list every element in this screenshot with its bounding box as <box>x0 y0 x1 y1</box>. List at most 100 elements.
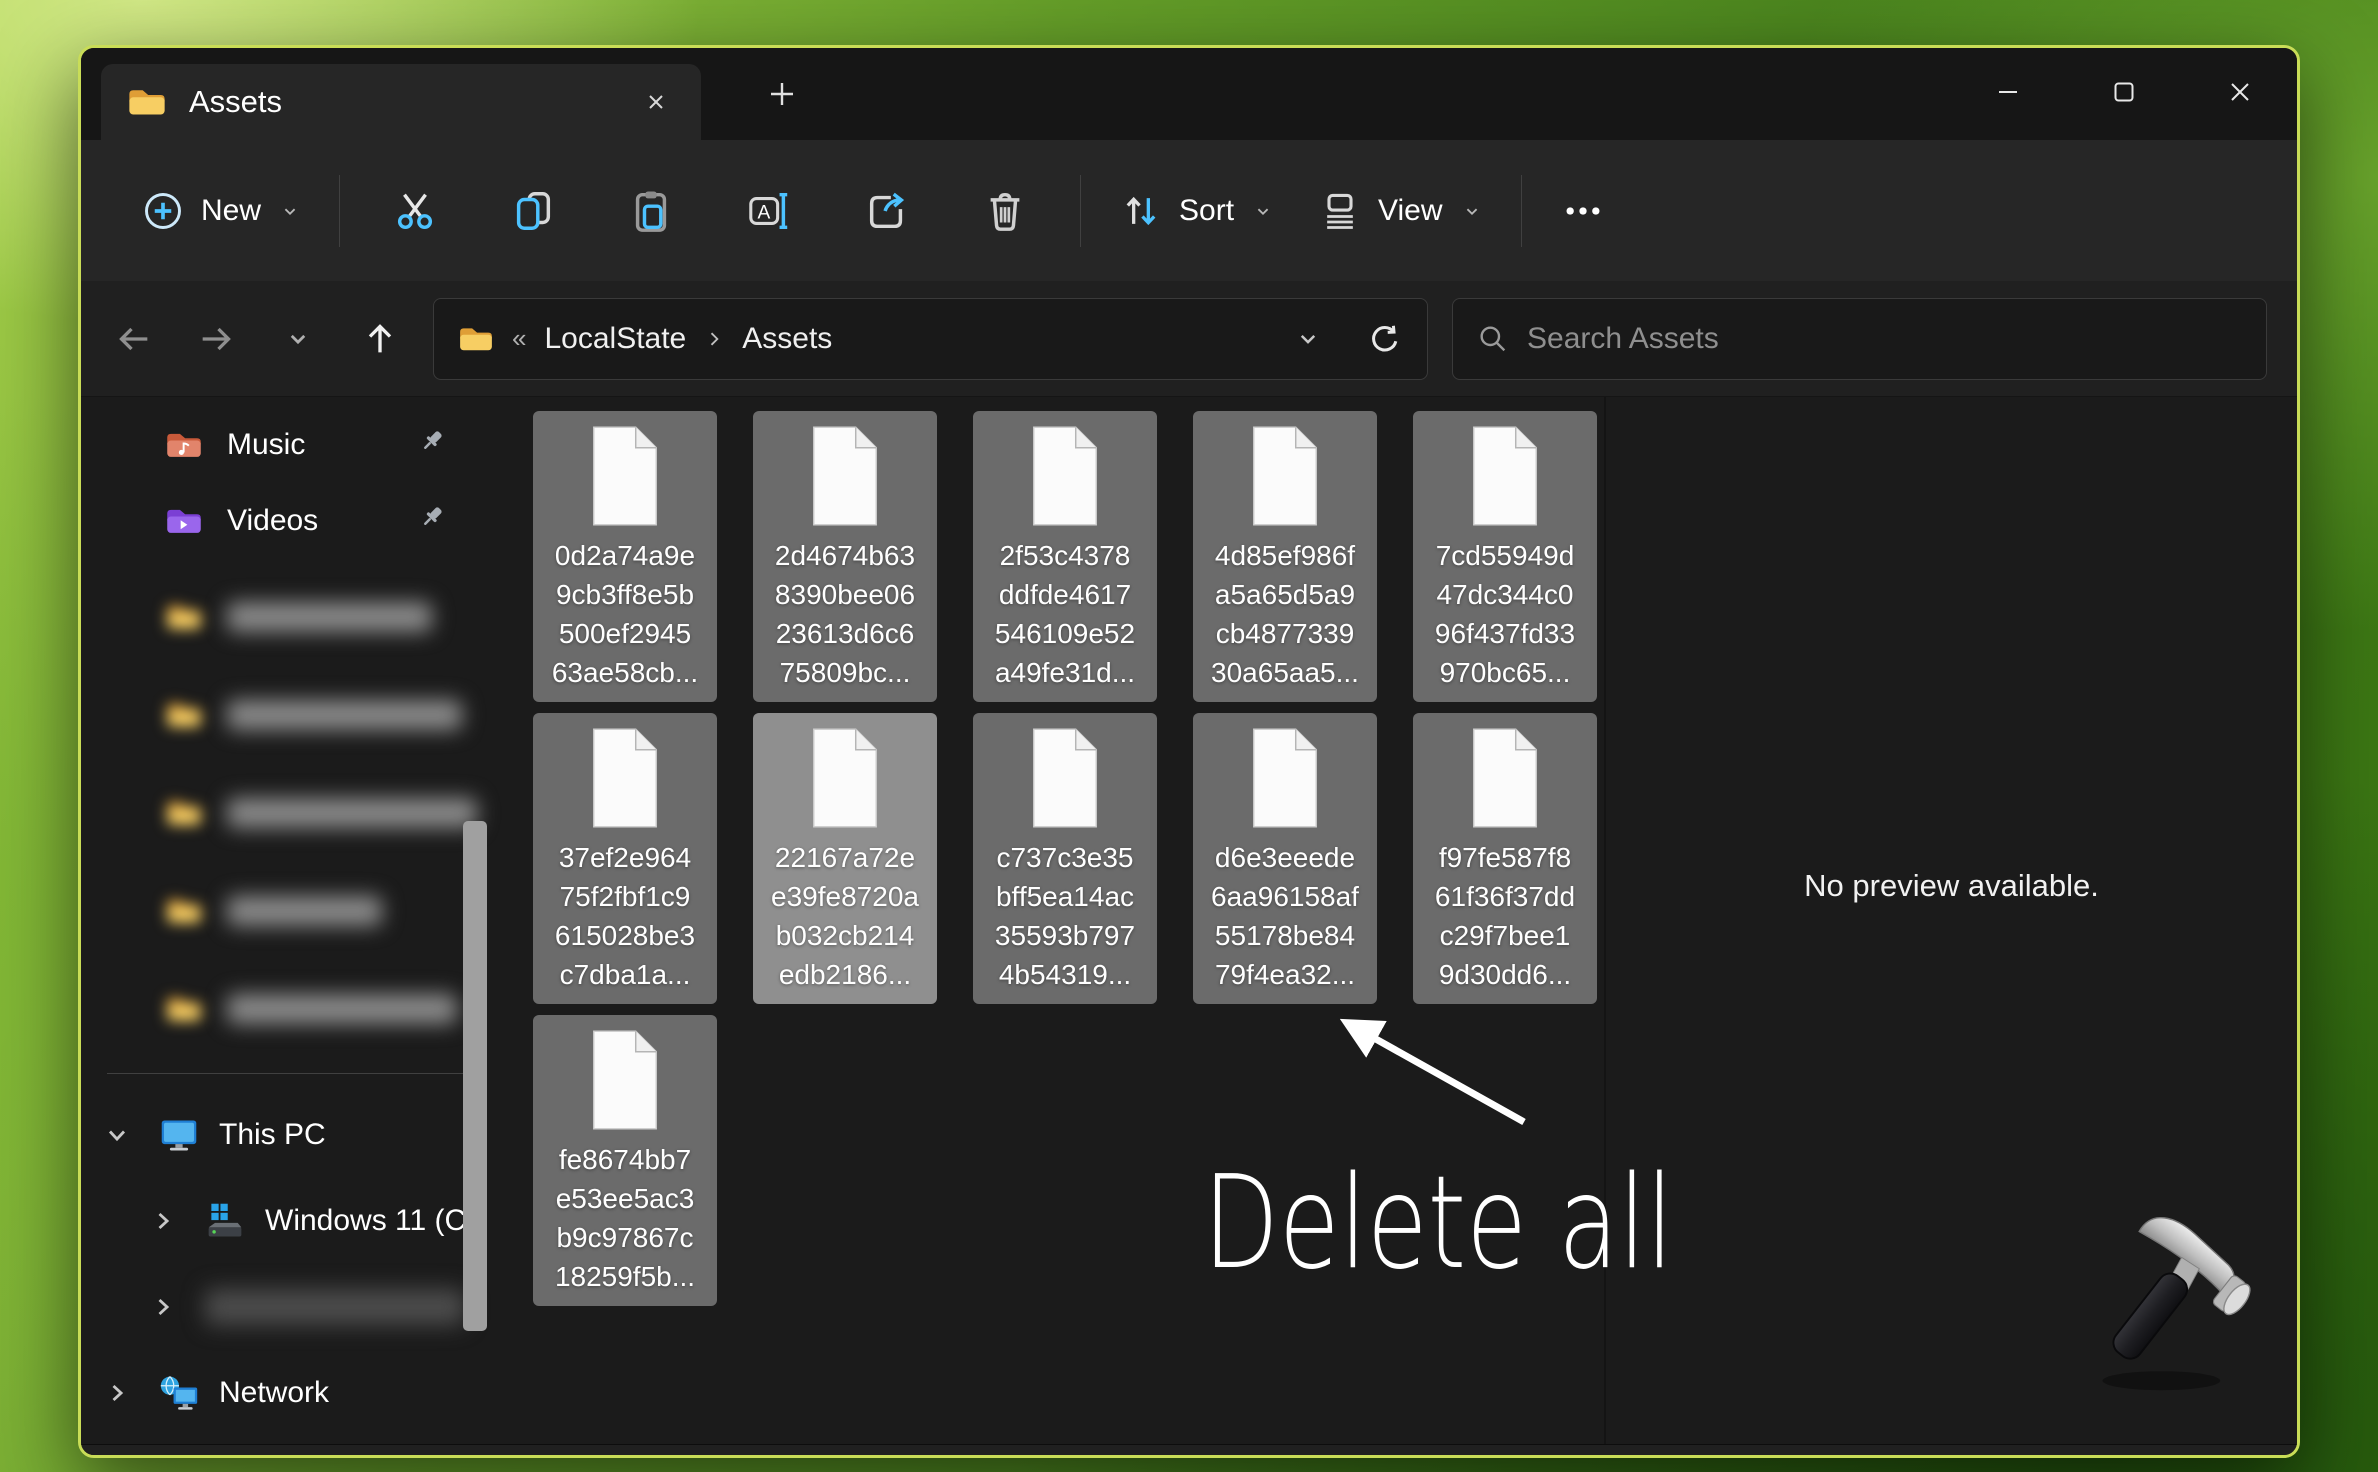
close-icon <box>2227 79 2253 105</box>
redacted-label <box>227 896 382 926</box>
file-icon <box>586 1028 664 1132</box>
details-view-button[interactable] <box>2159 1455 2201 1459</box>
sidebar-item-music[interactable]: Music <box>95 411 477 479</box>
folder-icon <box>165 993 203 1025</box>
sidebar-item-redacted[interactable] <box>95 779 477 847</box>
up-button[interactable] <box>339 298 421 380</box>
address-row: « LocalState Assets <box>81 281 2297 396</box>
file-name: 0d2a74a9e9cb3ff8e5b500ef294563ae58cb... <box>552 536 698 692</box>
chevron-down-icon <box>283 324 313 354</box>
file-tile[interactable]: 2d4674b638390bee0623613d6c675809bc... <box>753 411 937 702</box>
status-bar: 11 items 11 items selected 13.8 MB <box>81 1444 2297 1458</box>
rename-button[interactable]: A <box>710 164 828 258</box>
chevron-right-icon[interactable] <box>141 1207 185 1235</box>
divider <box>1080 175 1081 247</box>
file-tile[interactable]: 4d85ef986fa5a65d5a9cb487733930a65aa5... <box>1193 411 1377 702</box>
delete-button[interactable] <box>946 164 1064 258</box>
refresh-icon[interactable] <box>1367 321 1403 357</box>
back-button[interactable] <box>93 298 175 380</box>
sidebar-item-videos[interactable]: Videos <box>95 487 477 555</box>
chevron-right-icon[interactable] <box>95 1379 139 1407</box>
file-name: d6e3eeede6aa96158af55178be8479f4ea32... <box>1211 838 1359 994</box>
svg-text:A: A <box>758 202 771 223</box>
paste-button[interactable] <box>592 164 710 258</box>
navigation-pane: Music Videos <box>81 397 491 1444</box>
file-tile[interactable]: f97fe587f861f36f37ddc29f7bee19d30dd6... <box>1413 713 1597 1004</box>
minimize-button[interactable] <box>1977 64 2039 120</box>
tab-title: Assets <box>189 84 282 120</box>
search-box[interactable] <box>1452 298 2267 380</box>
close-button[interactable] <box>2209 64 2271 120</box>
divider <box>339 175 340 247</box>
recent-locations-button[interactable] <box>257 298 339 380</box>
redacted-label <box>227 994 457 1024</box>
share-button[interactable] <box>828 164 946 258</box>
folder-icon <box>165 797 203 829</box>
file-tile[interactable]: 0d2a74a9e9cb3ff8e5b500ef294563ae58cb... <box>533 411 717 702</box>
sidebar-item-this-pc[interactable]: This PC <box>95 1100 477 1170</box>
sort-button[interactable]: Sort <box>1097 164 1296 258</box>
sidebar-scrollbar[interactable] <box>463 821 487 1331</box>
file-icon <box>1026 726 1104 830</box>
sidebar-item-redacted[interactable] <box>95 681 477 749</box>
chevron-right-icon[interactable] <box>141 1293 185 1321</box>
divider <box>1521 175 1522 247</box>
arrow-up-icon <box>360 319 400 359</box>
file-tile[interactable]: 2f53c4378ddfde4617546109e52a49fe31d... <box>973 411 1157 702</box>
forward-button[interactable] <box>175 298 257 380</box>
arrow-left-icon <box>114 319 154 359</box>
address-bar[interactable]: « LocalState Assets <box>433 298 1428 380</box>
file-icon <box>1466 726 1544 830</box>
file-tile[interactable]: 7cd55949d47dc344c096f437fd33970bc65... <box>1413 411 1597 702</box>
view-icon <box>1318 189 1362 233</box>
more-options-button[interactable] <box>1538 164 1628 258</box>
sidebar-item-network[interactable]: Network <box>95 1358 477 1428</box>
breadcrumb-localstate[interactable]: LocalState <box>544 322 686 356</box>
breadcrumb-overflow[interactable]: « <box>512 323 526 354</box>
sidebar-item-redacted-drive[interactable] <box>95 1272 477 1342</box>
videos-folder-icon <box>165 505 203 537</box>
sort-label: Sort <box>1179 194 1234 228</box>
chevron-down-icon[interactable] <box>95 1121 139 1149</box>
cut-button[interactable] <box>356 164 474 258</box>
view-button[interactable]: View <box>1296 164 1504 258</box>
file-icon <box>1026 424 1104 528</box>
new-button[interactable]: New <box>119 164 323 258</box>
address-dropdown-icon[interactable] <box>1293 324 1323 354</box>
file-name: fe8674bb7e53ee5ac3b9c97867c18259f5b... <box>555 1140 695 1296</box>
maximize-button[interactable] <box>2093 64 2155 120</box>
sidebar-item-redacted[interactable] <box>95 877 477 945</box>
plus-circle-icon <box>141 189 185 233</box>
file-icon <box>586 726 664 830</box>
file-tile[interactable]: c737c3e35bff5ea14ac35593b7974b54319... <box>973 713 1157 1004</box>
thumbnail-view-button[interactable] <box>2219 1455 2261 1459</box>
file-icon <box>806 424 884 528</box>
search-input[interactable] <box>1527 322 2242 356</box>
file-tile[interactable]: 37ef2e96475f2fbf1c9615028be3c7dba1a... <box>533 713 717 1004</box>
window-controls <box>1977 64 2271 120</box>
file-name: f97fe587f861f36f37ddc29f7bee19d30dd6... <box>1435 838 1575 994</box>
file-name: 37ef2e96475f2fbf1c9615028be3c7dba1a... <box>555 838 695 994</box>
copy-button[interactable] <box>474 164 592 258</box>
breadcrumb-assets[interactable]: Assets <box>742 322 832 356</box>
file-name: 2d4674b638390bee0623613d6c675809bc... <box>775 536 915 692</box>
sidebar-item-redacted[interactable] <box>95 975 477 1043</box>
sidebar-item-drive-c[interactable]: Windows 11 (C <box>95 1186 477 1256</box>
redacted-label <box>205 1289 465 1325</box>
rename-icon: A <box>746 188 792 234</box>
command-bar: New <box>81 140 2297 281</box>
sidebar-item-label: Network <box>219 1376 329 1410</box>
tab-assets[interactable]: Assets <box>101 64 701 140</box>
new-label: New <box>201 194 261 228</box>
file-tile[interactable]: 22167a72ee39fe8720ab032cb214edb2186... <box>753 713 937 1004</box>
folder-icon <box>165 699 203 731</box>
file-tile[interactable]: fe8674bb7e53ee5ac3b9c97867c18259f5b... <box>533 1015 717 1306</box>
tab-close-button[interactable] <box>637 83 675 121</box>
sidebar-divider <box>107 1073 465 1074</box>
divider <box>247 1458 251 1459</box>
sidebar-item-redacted[interactable] <box>95 583 477 651</box>
new-tab-button[interactable] <box>757 69 807 119</box>
file-tile[interactable]: d6e3eeede6aa96158af55178be8479f4ea32... <box>1193 713 1377 1004</box>
sidebar-item-label: Windows 11 (C <box>265 1204 466 1238</box>
file-icon <box>586 424 664 528</box>
